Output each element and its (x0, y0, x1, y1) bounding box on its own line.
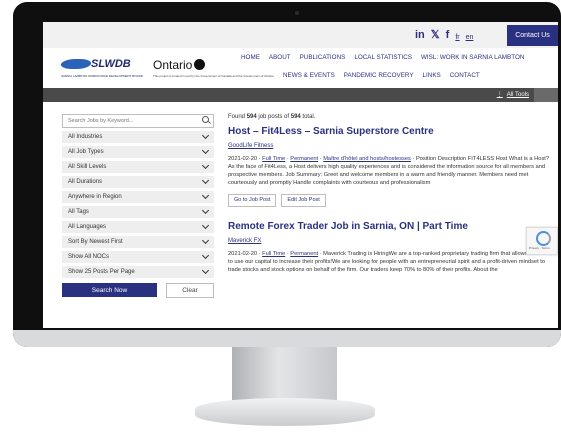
nav-pandemic-recovery[interactable]: PANDEMIC RECOVERY (344, 72, 414, 79)
job-post: Host – Fit4Less – Sarnia Superstore Cent… (228, 126, 550, 207)
results-panel: Found 594 job posts of 594 total. Host –… (228, 114, 550, 274)
lang-fr-link[interactable]: fr (455, 32, 459, 44)
all-tools-link[interactable]: ⋮ All Tools (497, 91, 529, 98)
post-date: 2021-02-20 · (228, 156, 263, 162)
filter-label: All Languages (68, 224, 107, 230)
slwdb-logo-text: SLWDB (91, 58, 131, 70)
monitor-stand-neck (232, 347, 337, 402)
job-title[interactable]: Remote Forex Trader Job in Sarnia, ON | … (228, 221, 550, 232)
post-date: 2021-02-20 · (228, 251, 263, 257)
search-now-button[interactable]: Search Now (62, 283, 157, 297)
chevron-down-icon (201, 176, 210, 185)
job-description: 2021-02-20 · Full Time · Permanent · Mav… (228, 251, 547, 273)
filter-label: All Job Types (68, 149, 104, 155)
filter-label: Show All NOCs (68, 254, 110, 260)
found-suffix: total. (300, 114, 316, 120)
results-count: Found 594 job posts of 594 total. (228, 114, 550, 120)
keyword-search-input[interactable]: Search Jobs by Keyword... (62, 114, 214, 128)
linkedin-icon[interactable]: in (415, 29, 425, 44)
tag-full-time[interactable]: Full Time (262, 251, 285, 257)
twitter-icon[interactable]: 𝕏 (431, 29, 440, 44)
chevron-down-icon (201, 206, 210, 215)
tag-full-time[interactable]: Full Time (262, 156, 285, 162)
filter-posts-per-page[interactable]: Show 25 Posts Per Page (62, 266, 214, 278)
filter-region[interactable]: Anywhere in Region (62, 191, 214, 203)
tag-noc[interactable]: Maître d'hôtel and hosts/hostesses (323, 156, 411, 162)
recaptcha-icon (536, 231, 551, 246)
site-header: SLWDB SARNIA LAMBTON WORKFORCE DEVELOPME… (43, 48, 558, 85)
tag-permanent[interactable]: Permanent (290, 156, 318, 162)
kebab-icon: ⋮ (496, 92, 503, 98)
company-link[interactable]: GoodLife Fitness (228, 143, 550, 149)
chevron-down-icon (201, 266, 210, 275)
nav-news-events[interactable]: NEWS & EVENTS (283, 72, 335, 79)
search-icon[interactable] (202, 116, 209, 123)
ontario-logo-text: Ontario (153, 58, 193, 72)
chevron-down-icon (201, 161, 210, 170)
found-total: 594 (290, 114, 301, 120)
chevron-down-icon (201, 146, 210, 155)
company-link[interactable]: Maverick FX (228, 238, 550, 244)
top-bar: in 𝕏 f fr en Contact Us (43, 22, 558, 48)
monitor-chin (13, 330, 561, 347)
tools-bar: ⋮ All Tools (43, 88, 558, 102)
filter-durations[interactable]: All Durations (62, 176, 214, 188)
edit-job-post-button[interactable]: Edit Job Post (281, 194, 326, 207)
trillium-icon (194, 59, 206, 70)
tools-bar-end-block (534, 88, 558, 102)
search-placeholder: Search Jobs by Keyword... (68, 118, 134, 124)
nav-publications[interactable]: PUBLICATIONS (300, 54, 346, 61)
filter-tags[interactable]: All Tags (62, 206, 214, 218)
filter-industries[interactable]: All Industries (62, 131, 214, 143)
chevron-down-icon (201, 251, 210, 260)
lang-en-link[interactable]: en (466, 32, 474, 44)
recaptcha-badge[interactable]: Privacy - Terms (526, 227, 558, 255)
job-title[interactable]: Host – Fit4Less – Sarnia Superstore Cent… (228, 126, 550, 137)
filter-skill-levels[interactable]: All Skill Levels (62, 161, 214, 173)
search-sidebar: Search Jobs by Keyword... All Industries… (62, 114, 214, 298)
found-prefix: Found (228, 114, 247, 120)
filter-label: All Durations (68, 179, 103, 185)
nav-local-statistics[interactable]: LOCAL STATISTICS (354, 54, 412, 61)
chevron-down-icon (201, 236, 210, 245)
clear-button[interactable]: Clear (166, 283, 214, 298)
filter-label: Show 25 Posts Per Page (68, 269, 135, 275)
monitor-frame: in 𝕏 f fr en Contact Us SLWDB SARNIA LAM… (13, 2, 561, 347)
facebook-icon[interactable]: f (446, 29, 450, 44)
tag-permanent[interactable]: Permanent (290, 251, 318, 257)
filter-label: All Skill Levels (68, 164, 107, 170)
found-mid: job posts of (256, 114, 291, 120)
main-nav: HOME ABOUT PUBLICATIONS LOCAL STATISTICS… (241, 54, 557, 79)
chevron-down-icon (201, 221, 210, 230)
filter-label: All Tags (68, 209, 89, 215)
recaptcha-terms[interactable]: Privacy - Terms (529, 246, 550, 250)
filter-job-types[interactable]: All Job Types (62, 146, 214, 158)
job-post: Remote Forex Trader Job in Sarnia, ON | … (228, 221, 550, 274)
filter-label: Sort By Newest First (68, 239, 123, 245)
filter-label: Anywhere in Region (68, 194, 122, 200)
chevron-down-icon (201, 131, 210, 140)
nav-home[interactable]: HOME (241, 54, 260, 61)
nav-wisl[interactable]: WISL: WORK IN SARNIA LAMBTON (421, 54, 524, 61)
camera-dot (295, 11, 299, 15)
contact-us-button[interactable]: Contact Us (507, 25, 558, 46)
go-to-job-post-button[interactable]: Go to Job Post (228, 194, 277, 207)
all-tools-label: All Tools (506, 92, 529, 98)
filter-nocs[interactable]: Show All NOCs (62, 251, 214, 263)
nav-links[interactable]: LINKS (423, 72, 441, 79)
nav-about[interactable]: ABOUT (269, 54, 291, 61)
screen: in 𝕏 f fr en Contact Us SLWDB SARNIA LAM… (43, 22, 558, 328)
chevron-down-icon (201, 191, 210, 200)
swoosh-icon (59, 59, 93, 69)
slwdb-logo-subtitle: SARNIA LAMBTON WORKFORCE DEVELOPMENT BOA… (61, 74, 143, 78)
found-count: 594 (246, 114, 257, 120)
job-description: 2021-02-20 · Full Time · Permanent · Maî… (228, 156, 550, 186)
social-links: in 𝕏 f fr en (415, 29, 473, 44)
monitor-stand-base (195, 398, 375, 426)
nav-contact[interactable]: CONTACT (450, 72, 480, 79)
slwdb-logo[interactable]: SLWDB SARNIA LAMBTON WORKFORCE DEVELOPME… (59, 56, 143, 80)
filter-label: All Industries (68, 134, 103, 140)
filter-languages[interactable]: All Languages (62, 221, 214, 233)
filter-sort[interactable]: Sort By Newest First (62, 236, 214, 248)
